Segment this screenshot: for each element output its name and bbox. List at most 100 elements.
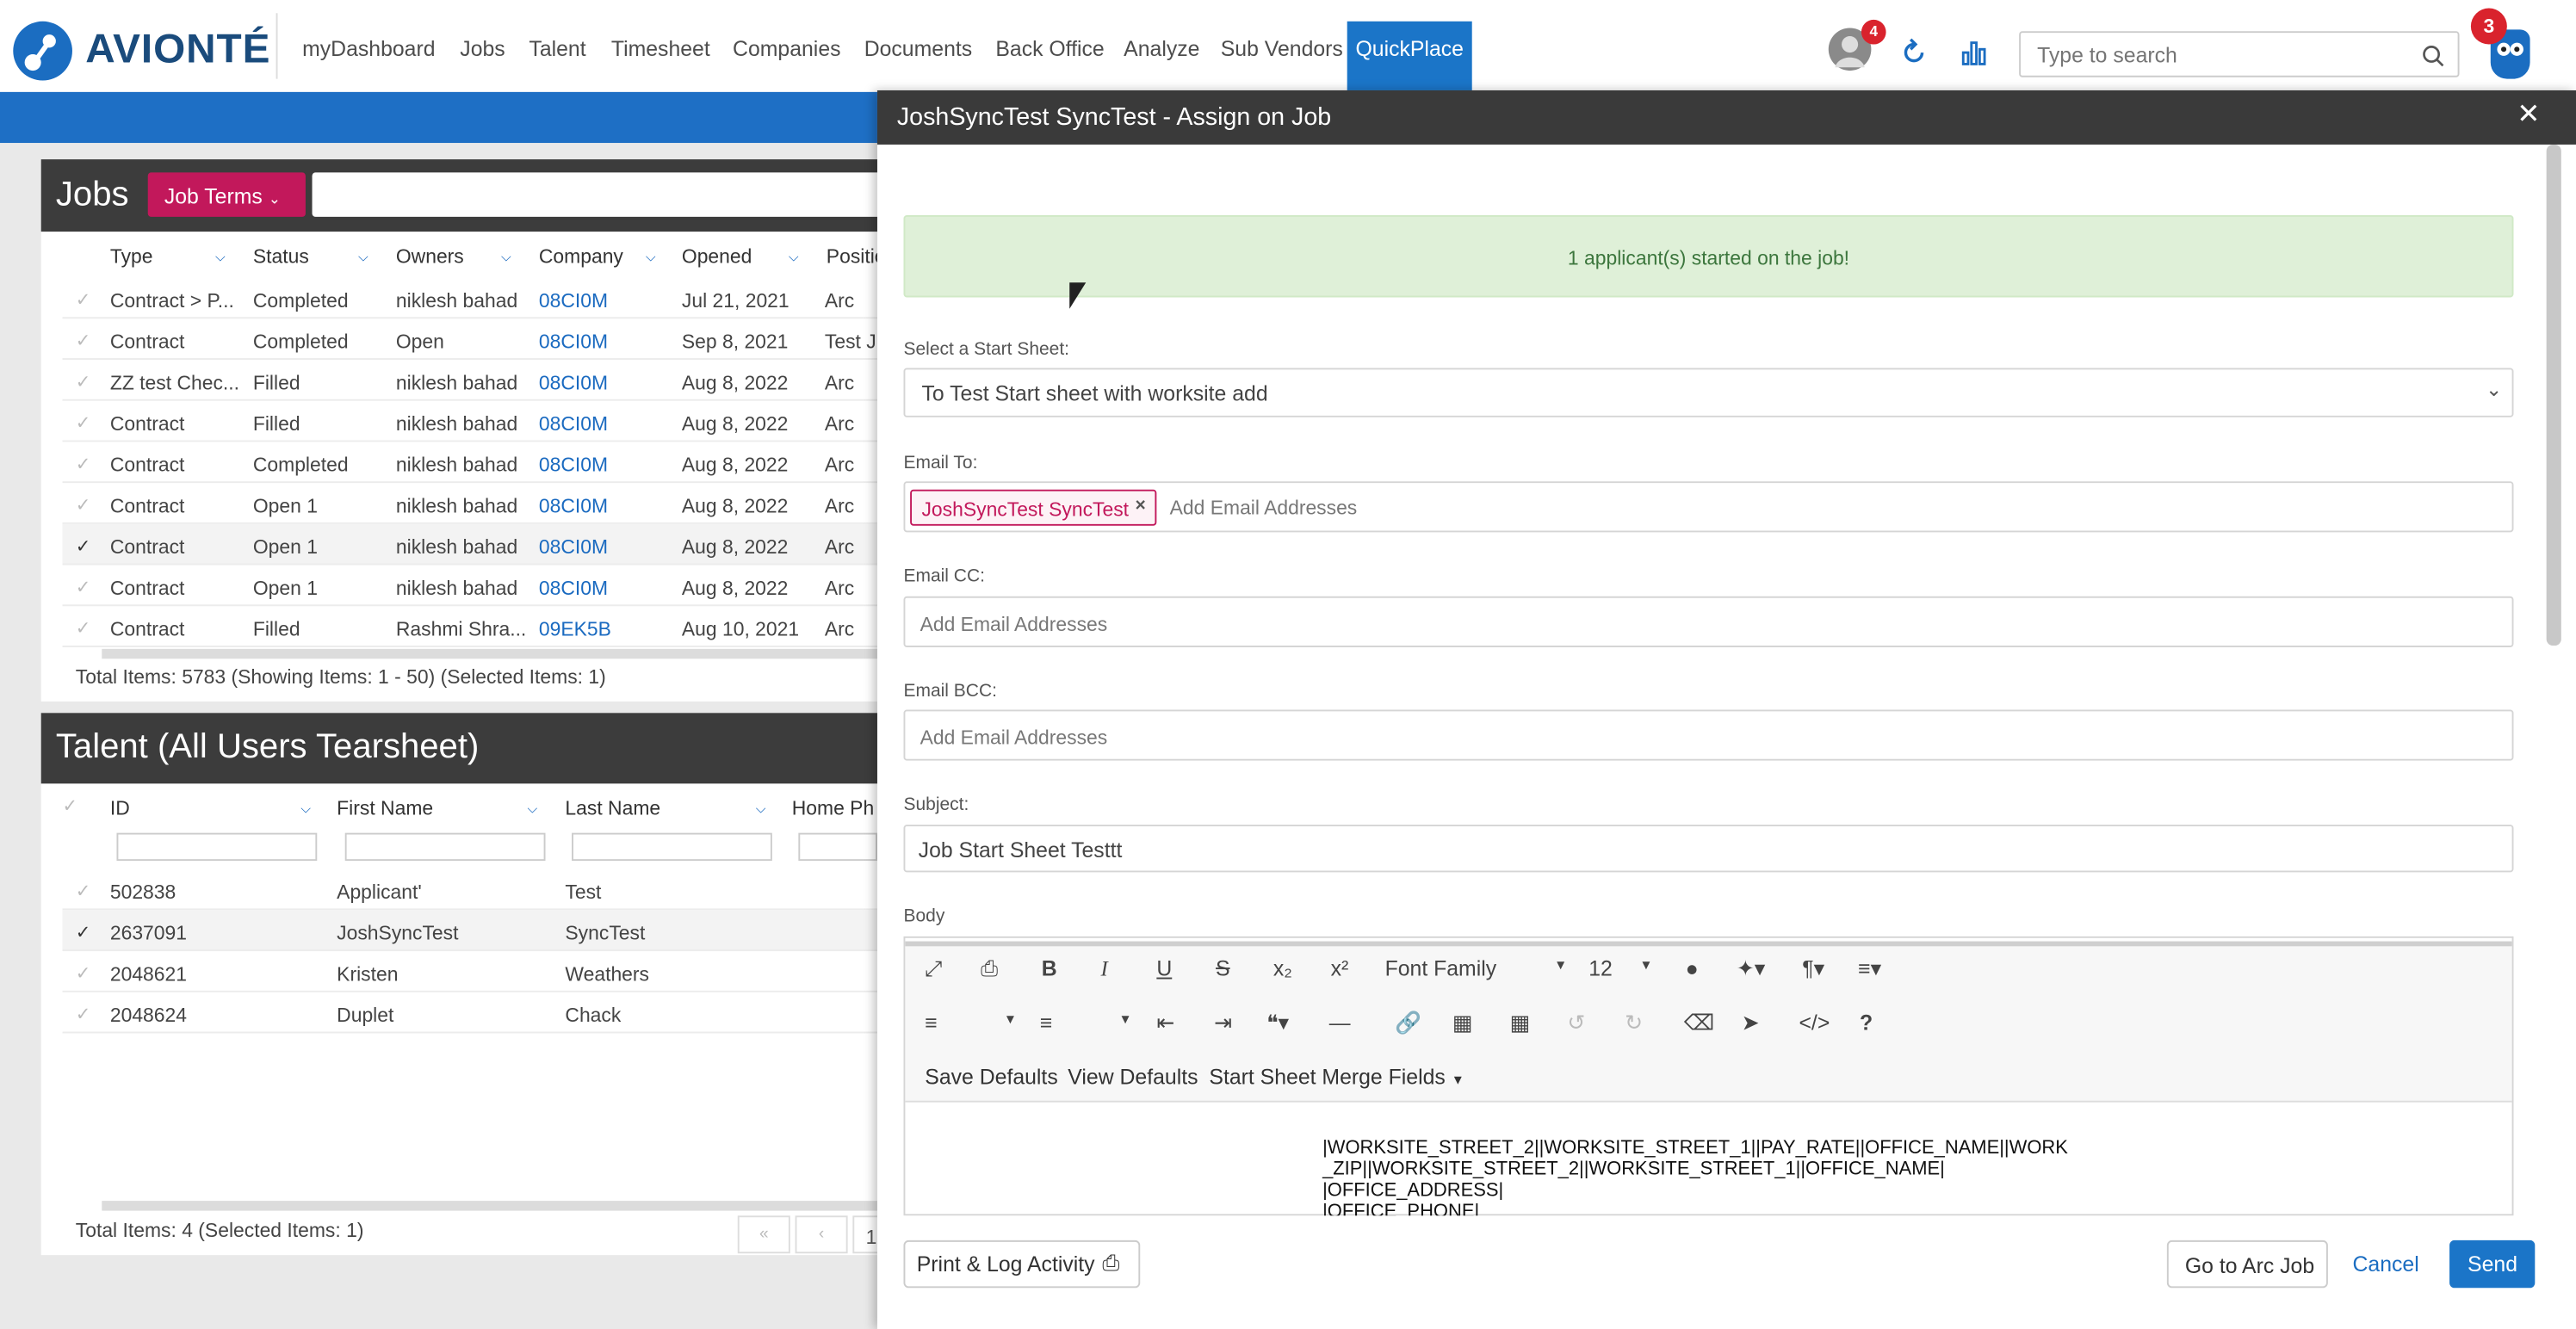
horizontal-line-icon[interactable]: — [1329,1011,1351,1035]
modal-scrollbar[interactable] [2546,144,2561,646]
nav-documents[interactable]: Documents [864,36,972,61]
job-company-cell[interactable]: 08CI0M [539,412,608,436]
select-all-checkbox[interactable]: ✓ [63,795,78,817]
analytics-chart-icon[interactable] [1961,40,1988,74]
row-checkbox[interactable]: ✓ [76,881,91,902]
talent-horizontal-scrollbar[interactable] [102,1201,877,1211]
nav-jobs[interactable]: Jobs [460,36,505,61]
col-first-name[interactable]: First Name [337,797,433,820]
fullscreen-icon[interactable]: ⤢ [925,956,942,983]
row-checkbox[interactable]: ✓ [76,618,91,640]
col-last-name[interactable]: Last Name [565,797,660,820]
first-page-button[interactable]: « [737,1215,790,1254]
job-row[interactable]: ✓ Contract Open 1 niklesh bahad 08CI0M Aug 8,… [62,523,877,566]
close-icon[interactable]: ✕ [2517,99,2540,132]
row-checkbox[interactable]: ✓ [76,331,91,352]
filter-first-name-input[interactable] [344,832,546,862]
table-icon[interactable]: ▦ [1510,1011,1530,1037]
remove-tag-icon[interactable]: × [1136,496,1146,516]
eraser-icon[interactable]: ⌫ [1684,1011,1714,1037]
job-company-cell[interactable]: 08CI0M [539,454,608,477]
global-search-input[interactable] [2037,42,2399,68]
help-icon[interactable]: ? [1860,1011,1873,1035]
underline-icon[interactable]: U [1156,956,1172,981]
nav-timesheet[interactable]: Timesheet [611,36,710,61]
outdent-icon[interactable]: ⇤ [1156,1011,1174,1037]
superscript-icon[interactable]: x² [1331,956,1349,981]
job-row[interactable]: ✓ Contract Completed Open 08CI0M Sep 8, 2021 T… [62,318,877,360]
cancel-button[interactable]: Cancel [2352,1252,2418,1276]
row-checkbox[interactable]: ✓ [76,535,91,557]
row-checkbox[interactable]: ✓ [76,454,91,475]
chevron-down-icon[interactable]: ▼ [1004,1012,1017,1027]
jobs-horizontal-scrollbar[interactable] [102,648,877,659]
col-opened[interactable]: Opened [682,244,752,268]
job-row[interactable]: ✓ Contract Completed niklesh bahad 08CI0M Aug… [62,442,877,484]
row-checkbox[interactable]: ✓ [76,289,91,311]
row-checkbox[interactable]: ✓ [76,494,91,516]
select-pointer-icon[interactable]: ➤ [1742,1011,1760,1037]
job-company-cell[interactable]: 08CI0M [539,535,608,559]
row-checkbox[interactable]: ✓ [76,412,91,434]
chevron-down-icon[interactable]: ⌵ [756,801,766,818]
job-row[interactable]: ✓ Contract Filled Rashmi Shra... 09EK5B Aug 1… [62,606,877,647]
col-owners[interactable]: Owners [396,244,464,268]
filter-last-name-input[interactable] [572,832,772,862]
chevron-down-icon[interactable]: ⌵ [501,250,511,266]
nav-quickplace[interactable]: QuickPlace [1347,21,1472,92]
chevron-down-icon[interactable]: ⌵ [528,801,538,818]
subject-input[interactable]: Job Start Sheet Testtt [903,825,2514,873]
talent-row[interactable]: ✓ 502838 Applicant' Test [62,869,877,911]
job-terms-button[interactable]: Job Terms ⌄ [147,172,306,217]
job-row[interactable]: ✓ Contract Open 1 niklesh bahad 08CI0M Aug 8,… [62,566,877,607]
subscript-icon[interactable]: x₂ [1273,956,1292,981]
row-checkbox[interactable]: ✓ [76,577,91,598]
chevron-down-icon[interactable]: ▼ [1639,958,1652,973]
job-company-cell[interactable]: 08CI0M [539,494,608,517]
link-icon[interactable]: 🔗 [1395,1011,1421,1037]
send-button[interactable]: Send [2449,1239,2536,1289]
redo-icon[interactable]: ↻ [1625,1011,1643,1037]
start-sheet-select[interactable]: To Test Start sheet with worksite add ⌄ [903,368,2514,417]
job-row[interactable]: ✓ Contract Open 1 niklesh bahad 08CI0M Aug 8,… [62,483,877,524]
bold-icon[interactable]: B [1042,956,1057,981]
email-to-input[interactable]: Add Email Addresses [1170,496,1358,519]
row-checkbox[interactable]: ✓ [76,1004,91,1025]
col-company[interactable]: Company [539,244,623,268]
jobs-search-input[interactable] [312,172,888,217]
email-bcc-field[interactable]: Add Email Addresses [903,709,2514,761]
merge-fields-dropdown[interactable]: Start Sheet Merge Fields ▼ [1209,1065,1464,1090]
code-view-icon[interactable]: </> [1799,1011,1830,1035]
email-cc-field[interactable]: Add Email Addresses [903,596,2514,647]
font-size-select[interactable]: 12 [1588,956,1613,981]
magic-wand-icon[interactable]: ✦▾ [1737,956,1765,983]
print-log-activity-button[interactable]: Print & Log Activity ⎙ [903,1239,1141,1289]
chevron-down-icon[interactable]: ⌵ [789,250,799,266]
col-type[interactable]: Type [110,244,153,268]
print-icon[interactable]: ⎙ [981,956,998,983]
job-company-cell[interactable]: 08CI0M [539,577,608,600]
nav-mydashboard[interactable]: myDashboard [302,36,435,61]
avionte-logo-icon[interactable] [13,21,72,81]
go-to-arc-job-button[interactable]: Go to Arc Job [2166,1239,2328,1289]
undo-icon[interactable]: ↺ [1567,1011,1585,1037]
italic-icon[interactable]: I [1100,956,1107,983]
chevron-down-icon[interactable]: ⌵ [358,250,368,266]
nav-back-office[interactable]: Back Office [995,36,1104,61]
text-color-icon[interactable]: ● [1686,956,1699,981]
row-checkbox[interactable]: ✓ [76,962,91,984]
save-defaults-button[interactable]: Save Defaults [925,1065,1057,1090]
row-checkbox[interactable]: ✓ [76,922,91,943]
indent-icon[interactable]: ⇥ [1214,1011,1232,1037]
prev-page-button[interactable]: ‹ [795,1215,848,1254]
col-id[interactable]: ID [110,797,130,820]
job-company-cell[interactable]: 08CI0M [539,331,608,354]
filter-id-input[interactable] [116,832,318,862]
job-row[interactable]: ✓ Contract Filled niklesh bahad 08CI0M Aug 8,… [62,401,877,442]
quote-icon[interactable]: ❝▾ [1266,1011,1289,1037]
chevron-down-icon[interactable]: ⌵ [300,801,311,818]
filter-home-phone-input[interactable] [798,832,877,862]
strikethrough-icon[interactable]: S [1216,956,1230,981]
nav-analyze[interactable]: Analyze [1124,36,1199,61]
col-home-phone[interactable]: Home Ph [792,797,874,820]
